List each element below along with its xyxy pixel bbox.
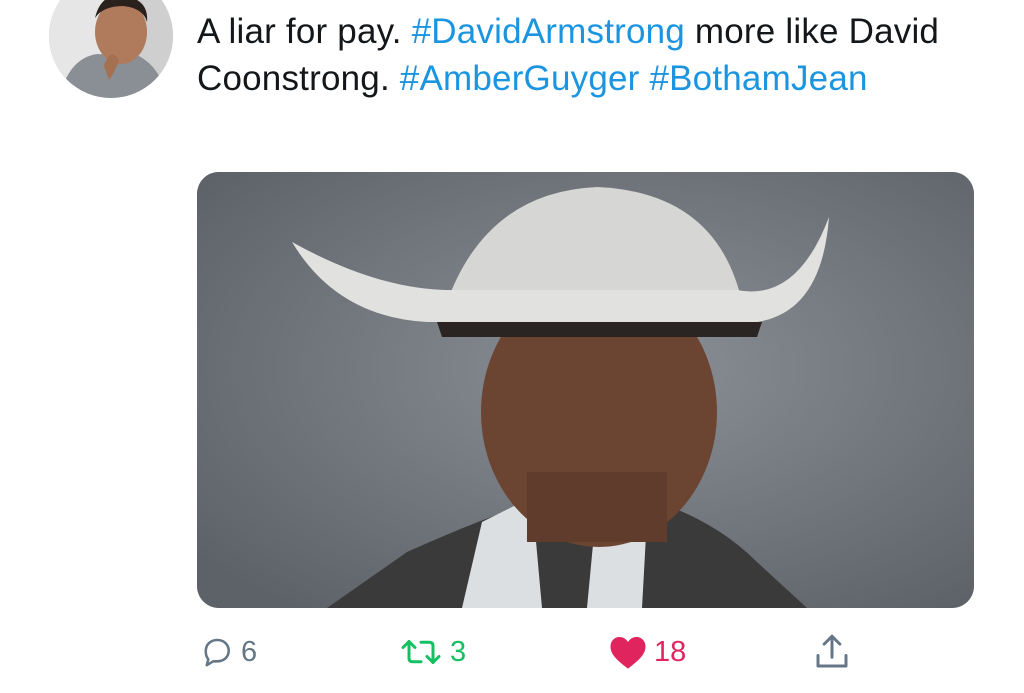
reply-icon (199, 634, 235, 670)
tweet-text: A liar for pay. #DavidArmstrong more lik… (197, 8, 997, 102)
hashtag-link[interactable]: #AmberGuyger (400, 59, 640, 98)
retweet-count: 3 (450, 636, 467, 668)
reply-count: 6 (241, 636, 258, 668)
heart-icon (608, 633, 648, 671)
hashtag-link[interactable]: #DavidArmstrong (412, 12, 685, 51)
tweet-text-segment (640, 59, 650, 98)
tweet-actions: 6 3 18 (0, 628, 1024, 678)
retweet-button[interactable]: 3 (398, 628, 466, 676)
like-count: 18 (654, 636, 687, 668)
share-button[interactable] (811, 628, 853, 676)
reply-button[interactable]: 6 (199, 628, 257, 676)
author-avatar[interactable] (49, 0, 173, 98)
share-icon (811, 631, 853, 673)
like-button[interactable]: 18 (608, 628, 686, 676)
tweet-media-image[interactable] (197, 172, 974, 608)
tweet-text-segment: A liar for pay. (197, 12, 412, 51)
hashtag-link[interactable]: #BothamJean (649, 59, 867, 98)
retweet-icon (398, 634, 444, 670)
